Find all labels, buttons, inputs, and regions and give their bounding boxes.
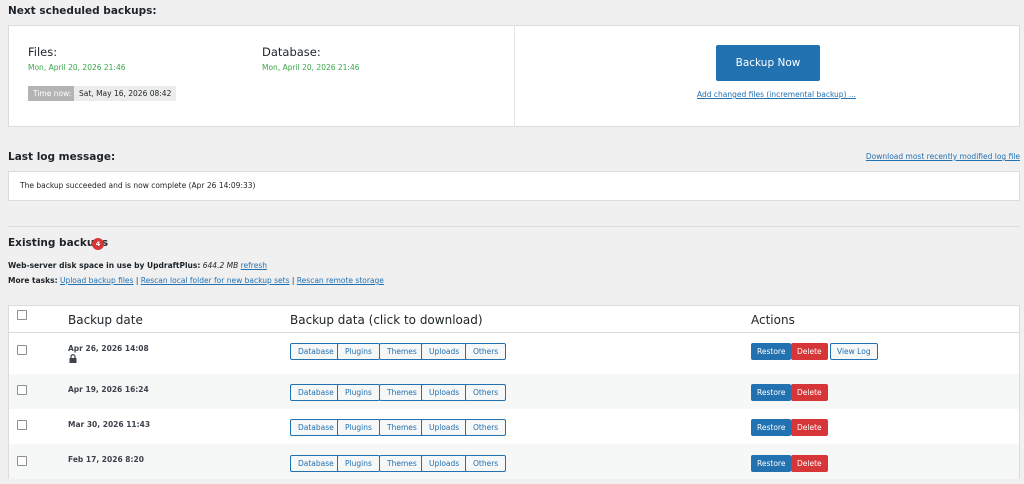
backup-date: Mar 30, 2026 11:43 xyxy=(68,420,151,429)
files-date: Mon, April 20, 2026 21:46 xyxy=(28,63,126,72)
disk-usage-line: Web-server disk space in use by UpdraftP… xyxy=(8,261,267,270)
download-database-button[interactable]: Database xyxy=(290,384,342,401)
table-row xyxy=(9,374,1019,409)
delete-button[interactable]: Delete xyxy=(791,455,828,472)
time-now-value: Sat, May 16, 2026 08:42 xyxy=(74,86,177,101)
row-checkbox[interactable] xyxy=(17,385,27,395)
more-tasks-line: More tasks: Upload backup files | Rescan… xyxy=(8,276,384,285)
files-label: Files: xyxy=(28,45,58,59)
download-others-button[interactable]: Others xyxy=(465,419,507,436)
download-plugins-button[interactable]: Plugins xyxy=(337,384,380,401)
download-others-button[interactable]: Others xyxy=(465,384,507,401)
column-header-date: Backup date xyxy=(68,313,143,327)
database-label: Database: xyxy=(262,45,321,59)
select-all-checkbox[interactable] xyxy=(17,310,27,320)
delete-button[interactable]: Delete xyxy=(791,343,828,360)
restore-button[interactable]: Restore xyxy=(751,419,792,436)
panel-divider xyxy=(514,26,515,126)
download-uploads-button[interactable]: Uploads xyxy=(421,455,468,472)
restore-button[interactable]: Restore xyxy=(751,384,792,401)
download-themes-button[interactable]: Themes xyxy=(379,419,425,436)
view-log-button[interactable]: View Log xyxy=(830,343,878,360)
log-heading: Last log message: xyxy=(8,151,116,163)
download-themes-button[interactable]: Themes xyxy=(379,384,425,401)
download-log-link[interactable]: Download most recently modified log file xyxy=(866,152,1020,161)
task-separator: | xyxy=(135,276,139,285)
disk-usage-value: 644.2 MB xyxy=(202,261,239,270)
download-uploads-button[interactable]: Uploads xyxy=(421,384,468,401)
table-row xyxy=(9,409,1019,444)
download-uploads-button[interactable]: Uploads xyxy=(421,343,468,360)
download-uploads-button[interactable]: Uploads xyxy=(421,419,468,436)
download-others-button[interactable]: Others xyxy=(465,343,507,360)
download-themes-button[interactable]: Themes xyxy=(379,455,425,472)
upload-backup-files-link[interactable]: Upload backup files xyxy=(60,276,133,285)
column-header-data: Backup data (click to download) xyxy=(290,313,483,327)
row-checkbox[interactable] xyxy=(17,345,27,355)
row-checkbox[interactable] xyxy=(17,420,27,430)
download-plugins-button[interactable]: Plugins xyxy=(337,455,380,472)
delete-button[interactable]: Delete xyxy=(791,419,828,436)
log-message: The backup succeeded and is now complete… xyxy=(20,181,256,190)
table-row xyxy=(9,444,1019,479)
more-tasks-label: More tasks: xyxy=(8,276,58,285)
incremental-backup-link[interactable]: Add changed files (incremental backup) .… xyxy=(697,90,856,99)
backup-date: Apr 26, 2026 14:08 xyxy=(68,344,149,353)
download-others-button[interactable]: Others xyxy=(465,455,507,472)
backup-now-button[interactable]: Backup Now xyxy=(716,45,820,81)
download-plugins-button[interactable]: Plugins xyxy=(337,419,380,436)
rescan-remote-link[interactable]: Rescan remote storage xyxy=(297,276,384,285)
task-separator: | xyxy=(291,276,295,285)
backup-count-badge: 4 xyxy=(92,238,104,250)
row-checkbox[interactable] xyxy=(17,456,27,466)
time-now-label: Time now: xyxy=(28,86,77,101)
restore-button[interactable]: Restore xyxy=(751,343,792,360)
delete-button[interactable]: Delete xyxy=(791,384,828,401)
lock-icon xyxy=(69,354,77,363)
restore-button[interactable]: Restore xyxy=(751,455,792,472)
download-database-button[interactable]: Database xyxy=(290,419,342,436)
download-themes-button[interactable]: Themes xyxy=(379,343,425,360)
database-date: Mon, April 20, 2026 21:46 xyxy=(262,63,360,72)
column-header-actions: Actions xyxy=(751,313,795,327)
section-separator xyxy=(8,226,1020,227)
table-header-divider xyxy=(9,332,1019,333)
backup-date: Apr 19, 2026 16:24 xyxy=(68,385,149,394)
backup-date: Feb 17, 2026 8:20 xyxy=(68,455,144,464)
download-database-button[interactable]: Database xyxy=(290,455,342,472)
download-database-button[interactable]: Database xyxy=(290,343,342,360)
disk-usage-label: Web-server disk space in use by UpdraftP… xyxy=(8,261,201,270)
download-plugins-button[interactable]: Plugins xyxy=(337,343,380,360)
scheduled-heading: Next scheduled backups: xyxy=(8,5,157,17)
refresh-link[interactable]: refresh xyxy=(241,261,267,270)
rescan-local-link[interactable]: Rescan local folder for new backup sets xyxy=(141,276,290,285)
